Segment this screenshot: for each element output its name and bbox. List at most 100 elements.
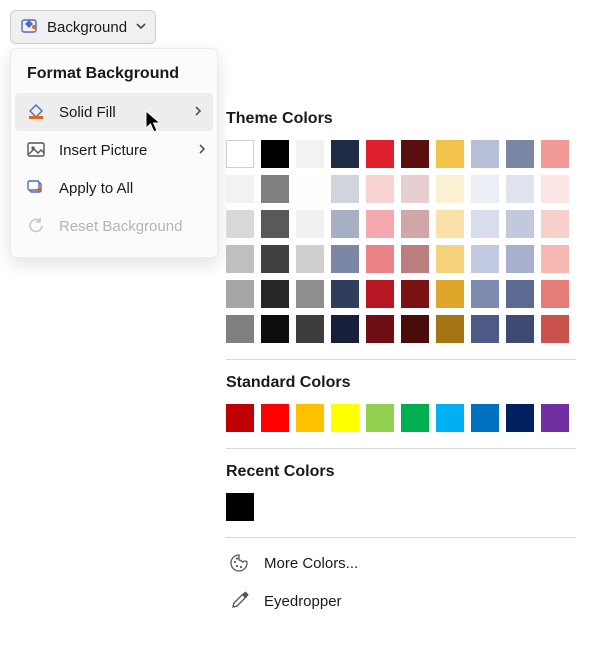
separator xyxy=(226,448,576,449)
color-swatch[interactable] xyxy=(436,315,464,343)
color-swatch[interactable] xyxy=(401,404,429,432)
color-swatch[interactable] xyxy=(296,175,324,203)
chevron-right-icon xyxy=(193,105,203,119)
color-swatch[interactable] xyxy=(506,404,534,432)
recent-colors-title: Recent Colors xyxy=(226,463,606,481)
color-swatch[interactable] xyxy=(436,280,464,308)
color-swatch[interactable] xyxy=(541,404,569,432)
color-swatch[interactable] xyxy=(226,493,254,521)
color-swatch[interactable] xyxy=(541,210,569,238)
color-swatch[interactable] xyxy=(261,140,289,168)
menu-title: Format Background xyxy=(11,59,217,93)
menu-item-label: Insert Picture xyxy=(59,142,185,159)
format-background-menu: Format Background Solid Fill Insert Pict… xyxy=(10,48,218,258)
color-swatch[interactable] xyxy=(506,280,534,308)
color-swatch[interactable] xyxy=(506,140,534,168)
menu-item-insert-picture[interactable]: Insert Picture xyxy=(11,131,217,169)
color-swatch[interactable] xyxy=(541,175,569,203)
color-swatch[interactable] xyxy=(471,210,499,238)
color-swatch[interactable] xyxy=(331,404,359,432)
color-swatch[interactable] xyxy=(226,140,254,168)
color-swatch[interactable] xyxy=(366,315,394,343)
color-swatch[interactable] xyxy=(261,404,289,432)
more-colors-label: More Colors... xyxy=(264,555,358,572)
color-swatch[interactable] xyxy=(331,280,359,308)
color-swatch[interactable] xyxy=(366,140,394,168)
color-swatch[interactable] xyxy=(331,140,359,168)
color-swatch[interactable] xyxy=(436,175,464,203)
color-swatch[interactable] xyxy=(226,210,254,238)
menu-item-label: Apply to All xyxy=(59,180,207,197)
color-swatch[interactable] xyxy=(296,210,324,238)
color-swatch[interactable] xyxy=(296,140,324,168)
standard-colors-title: Standard Colors xyxy=(226,374,606,392)
color-swatch[interactable] xyxy=(541,315,569,343)
color-swatch[interactable] xyxy=(506,210,534,238)
theme-colors-title: Theme Colors xyxy=(226,110,606,128)
color-swatch[interactable] xyxy=(261,175,289,203)
color-swatch[interactable] xyxy=(506,175,534,203)
color-swatch[interactable] xyxy=(331,175,359,203)
background-label: Background xyxy=(47,19,127,36)
eyedropper-icon xyxy=(228,590,250,612)
color-swatch[interactable] xyxy=(436,210,464,238)
standard-colors-grid xyxy=(226,404,606,432)
color-swatch[interactable] xyxy=(436,245,464,273)
color-swatch[interactable] xyxy=(366,175,394,203)
color-swatch[interactable] xyxy=(296,315,324,343)
color-swatch[interactable] xyxy=(471,280,499,308)
color-swatch[interactable] xyxy=(261,245,289,273)
color-swatch[interactable] xyxy=(401,175,429,203)
color-swatch[interactable] xyxy=(506,315,534,343)
background-icon xyxy=(19,16,41,38)
apply-all-icon xyxy=(25,177,47,199)
color-swatch[interactable] xyxy=(226,175,254,203)
color-swatch[interactable] xyxy=(436,140,464,168)
chevron-down-icon xyxy=(135,19,147,36)
color-swatch[interactable] xyxy=(401,245,429,273)
color-swatch[interactable] xyxy=(471,315,499,343)
color-swatch[interactable] xyxy=(366,280,394,308)
chevron-right-icon xyxy=(197,143,207,157)
color-swatch[interactable] xyxy=(401,210,429,238)
theme-colors-grid xyxy=(226,140,606,343)
color-swatch[interactable] xyxy=(471,404,499,432)
more-colors-item[interactable]: More Colors... xyxy=(226,544,606,582)
color-swatch[interactable] xyxy=(226,404,254,432)
color-swatch[interactable] xyxy=(541,140,569,168)
color-swatch[interactable] xyxy=(331,210,359,238)
paint-bucket-icon xyxy=(25,101,47,123)
color-swatch[interactable] xyxy=(366,210,394,238)
solid-fill-color-flyout: Theme Colors Standard Colors Recent Colo… xyxy=(226,96,606,620)
color-swatch[interactable] xyxy=(296,404,324,432)
color-swatch[interactable] xyxy=(401,280,429,308)
menu-item-apply-to-all[interactable]: Apply to All xyxy=(11,169,217,207)
color-swatch[interactable] xyxy=(366,245,394,273)
color-swatch[interactable] xyxy=(471,175,499,203)
color-swatch[interactable] xyxy=(401,140,429,168)
color-swatch[interactable] xyxy=(471,245,499,273)
color-swatch[interactable] xyxy=(261,210,289,238)
color-swatch[interactable] xyxy=(261,280,289,308)
color-swatch[interactable] xyxy=(506,245,534,273)
color-swatch[interactable] xyxy=(366,404,394,432)
background-dropdown-button[interactable]: Background xyxy=(10,10,156,44)
separator xyxy=(226,359,576,360)
color-swatch[interactable] xyxy=(296,280,324,308)
color-swatch[interactable] xyxy=(401,315,429,343)
color-swatch[interactable] xyxy=(331,315,359,343)
color-swatch[interactable] xyxy=(261,315,289,343)
color-swatch[interactable] xyxy=(541,280,569,308)
menu-item-reset-background: Reset Background xyxy=(11,207,217,245)
color-swatch[interactable] xyxy=(331,245,359,273)
eyedropper-item[interactable]: Eyedropper xyxy=(226,582,606,620)
color-swatch[interactable] xyxy=(541,245,569,273)
color-swatch[interactable] xyxy=(296,245,324,273)
menu-item-solid-fill[interactable]: Solid Fill xyxy=(15,93,213,131)
menu-item-label: Solid Fill xyxy=(59,104,181,121)
color-swatch[interactable] xyxy=(226,245,254,273)
color-swatch[interactable] xyxy=(226,280,254,308)
color-swatch[interactable] xyxy=(471,140,499,168)
color-swatch[interactable] xyxy=(436,404,464,432)
color-swatch[interactable] xyxy=(226,315,254,343)
